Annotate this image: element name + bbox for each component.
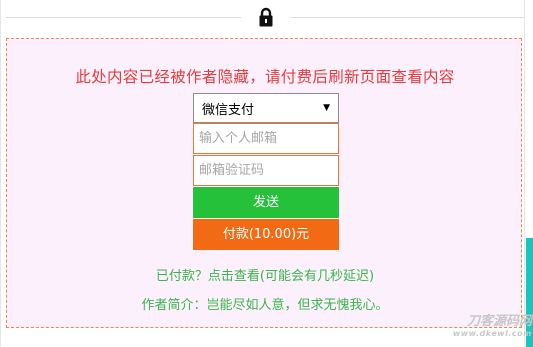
email-input[interactable]	[193, 123, 339, 154]
paid-check-link[interactable]: 已付款？点击查看(可能会有几秒延迟)	[7, 265, 523, 284]
payment-method-value: 微信支付	[202, 102, 255, 118]
email-code-input[interactable]	[193, 155, 339, 186]
pay-button[interactable]: 付款(10.00)元	[193, 219, 339, 250]
frame-line-right	[524, 0, 525, 347]
hidden-content-notice: 此处内容已经被作者隐藏，请付费后刷新页面查看内容	[75, 68, 455, 86]
chevron-down-icon: ▼	[323, 103, 330, 113]
author-intro: 作者简介：岂能尽如人意，但求无愧我心。	[141, 298, 389, 313]
payment-method-select[interactable]: 微信支付 ▼	[193, 93, 339, 123]
lock-icon	[259, 7, 273, 27]
frame-line-left	[0, 0, 1, 347]
lock-badge	[241, 4, 291, 30]
watermark-url: www.dkewl.com	[452, 329, 532, 338]
watermark-name: 刀客源码网	[466, 314, 532, 329]
hidden-content-box: 此处内容已经被作者隐藏，请付费后刷新页面查看内容 微信支付 ▼ 发送 付款(10…	[6, 38, 522, 328]
send-code-button[interactable]: 发送	[193, 187, 339, 218]
watermark: 刀客源码网 www.dkewl.com	[436, 315, 532, 338]
